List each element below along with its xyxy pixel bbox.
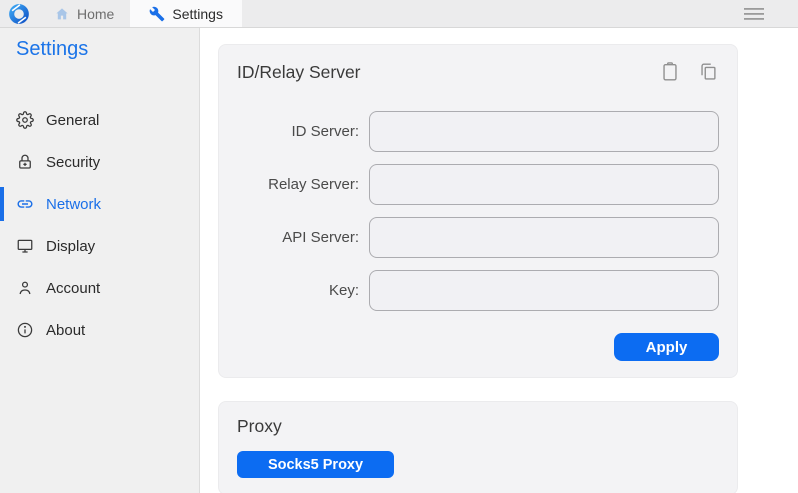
hamburger-menu-button[interactable] [734, 0, 798, 27]
app-logo-icon [0, 0, 38, 27]
tab-settings-label: Settings [172, 6, 223, 22]
hamburger-icon [744, 7, 764, 21]
sidebar-item-network[interactable]: Network [0, 183, 199, 225]
sidebar-item-label: About [46, 322, 85, 339]
paste-button[interactable] [659, 61, 681, 83]
tab-home-label: Home [77, 6, 114, 22]
id-server-input[interactable] [369, 111, 719, 152]
proxy-card-title: Proxy [237, 414, 719, 438]
network-settings-panel: ID/Relay Server ID Server [200, 28, 798, 493]
relay-server-input[interactable] [369, 164, 719, 205]
sidebar-item-display[interactable]: Display [0, 225, 199, 267]
monitor-icon [16, 237, 34, 255]
sidebar-item-about[interactable]: About [0, 309, 199, 351]
home-icon [54, 6, 70, 22]
api-server-label: API Server: [237, 229, 359, 246]
sidebar-item-account[interactable]: Account [0, 267, 199, 309]
key-label: Key: [237, 282, 359, 299]
sidebar-item-label: Account [46, 280, 100, 297]
gear-icon [16, 111, 34, 129]
sidebar-item-security[interactable]: Security [0, 141, 199, 183]
person-icon [16, 279, 34, 297]
proxy-card: Proxy Socks5 Proxy [218, 401, 738, 493]
sidebar-item-label: Security [46, 154, 100, 171]
sidebar-item-label: Display [46, 238, 95, 255]
settings-nav: General Security Netwo [0, 99, 199, 351]
card-title: ID/Relay Server [237, 60, 361, 84]
key-input[interactable] [369, 270, 719, 311]
form-row-id-server: ID Server: [237, 111, 719, 152]
titlebar: Home Settings [0, 0, 798, 28]
wrench-icon [149, 6, 165, 22]
form-row-key: Key: [237, 270, 719, 311]
clipboard-icon [659, 61, 681, 83]
lock-icon [16, 153, 34, 171]
relay-server-label: Relay Server: [237, 176, 359, 193]
id-relay-server-card: ID/Relay Server ID Server [218, 44, 738, 378]
server-form: ID Server: Relay Server: API Server: Key… [237, 111, 719, 311]
sidebar-item-general[interactable]: General [0, 99, 199, 141]
apply-button[interactable]: Apply [614, 333, 719, 361]
socks5-proxy-button[interactable]: Socks5 Proxy [237, 451, 394, 478]
link-icon [16, 195, 34, 213]
titlebar-spacer [242, 0, 734, 27]
tab-settings[interactable]: Settings [130, 0, 242, 27]
copy-icon [697, 61, 719, 83]
tab-home[interactable]: Home [38, 0, 130, 27]
info-icon [16, 321, 34, 339]
form-row-api-server: API Server: [237, 217, 719, 258]
page-title: Settings [16, 36, 199, 62]
form-row-relay-server: Relay Server: [237, 164, 719, 205]
id-server-label: ID Server: [237, 123, 359, 140]
api-server-input[interactable] [369, 217, 719, 258]
sidebar-item-label: Network [46, 196, 101, 213]
sidebar-item-label: General [46, 112, 99, 129]
settings-sidebar: Settings General [0, 28, 200, 493]
copy-button[interactable] [697, 61, 719, 83]
